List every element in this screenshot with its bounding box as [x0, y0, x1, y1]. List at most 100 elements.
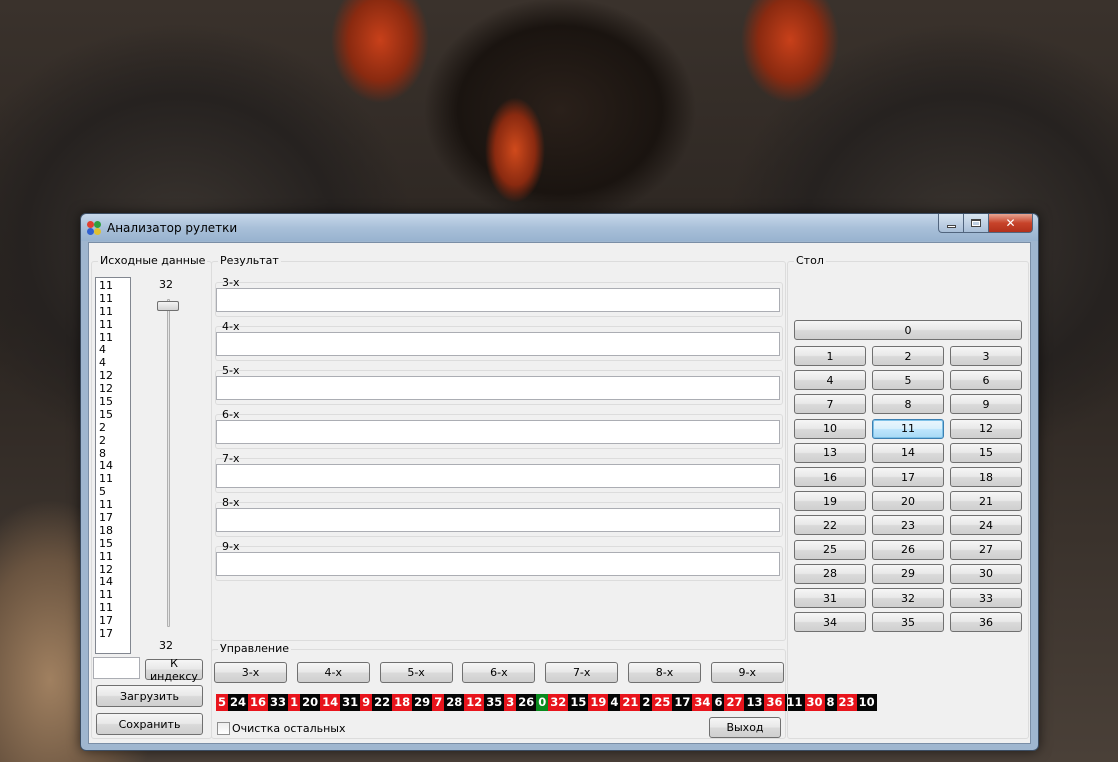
- clear-others-checkbox[interactable]: [217, 722, 230, 735]
- strip-number: 27: [724, 694, 745, 711]
- strip-number: 12: [464, 694, 485, 711]
- table-number-32[interactable]: 32: [872, 588, 944, 608]
- table-number-30[interactable]: 30: [950, 563, 1022, 584]
- table-number-22[interactable]: 22: [794, 515, 866, 536]
- result-field[interactable]: [216, 508, 780, 532]
- slider-bottom-value: 32: [159, 639, 173, 652]
- strip-number: 15: [568, 694, 589, 711]
- table-number-7[interactable]: 7: [794, 394, 866, 415]
- control-button[interactable]: 4-х: [296, 662, 370, 683]
- table-number-8[interactable]: 8: [872, 394, 944, 415]
- table-number-28[interactable]: 28: [794, 563, 866, 584]
- table-number-34[interactable]: 34: [794, 612, 866, 633]
- strip-number: 5: [216, 694, 229, 711]
- table-number-2[interactable]: 2: [872, 346, 944, 366]
- result-field[interactable]: [216, 552, 780, 576]
- table-number-16[interactable]: 16: [794, 467, 866, 487]
- list-item[interactable]: 11: [99, 550, 130, 564]
- table-number-33[interactable]: 33: [950, 588, 1022, 608]
- save-button[interactable]: Сохранить: [96, 713, 203, 735]
- strip-number: 26: [516, 694, 537, 711]
- table-number-23[interactable]: 23: [872, 515, 944, 536]
- table-number-13[interactable]: 13: [794, 442, 866, 463]
- strip-number: 6: [712, 694, 725, 711]
- source-listbox[interactable]: 11 11 11 11 11 4 4 12 12 15 15 2 2 8 14 11 5 11 17 18 15 11 12…: [95, 277, 131, 654]
- table-number-14[interactable]: 14: [872, 442, 944, 463]
- strip-number: 13: [744, 694, 765, 711]
- result-field[interactable]: [216, 332, 780, 356]
- table-number-3[interactable]: 3: [950, 346, 1022, 366]
- table-number-6[interactable]: 6: [950, 370, 1022, 391]
- list-item[interactable]: 18: [99, 524, 130, 538]
- table-number-12[interactable]: 12: [950, 418, 1022, 439]
- strip-number: 33: [268, 694, 289, 711]
- control-button[interactable]: 6-х: [462, 662, 536, 683]
- table-number-18[interactable]: 18: [950, 467, 1022, 487]
- to-index-button[interactable]: К индексу: [145, 657, 203, 683]
- list-item[interactable]: 17: [99, 627, 130, 641]
- table-number-25[interactable]: 25: [794, 539, 866, 560]
- table-number-35[interactable]: 35: [872, 612, 944, 633]
- table-number-15[interactable]: 15: [950, 442, 1022, 463]
- table-number-26[interactable]: 26: [872, 539, 944, 560]
- result-field[interactable]: [216, 376, 780, 400]
- table-number-29[interactable]: 29: [872, 563, 944, 584]
- strip-number: 0: [536, 694, 549, 711]
- load-button[interactable]: Загрузить: [96, 685, 203, 707]
- table-number-21[interactable]: 21: [950, 491, 1022, 512]
- minimize-button[interactable]: [938, 214, 964, 233]
- table-number-36[interactable]: 36: [950, 612, 1022, 633]
- strip-number: 25: [652, 694, 673, 711]
- exit-button[interactable]: Выход: [709, 717, 781, 738]
- control-button[interactable]: 7-х: [545, 662, 619, 683]
- list-item[interactable]: 2: [99, 421, 130, 435]
- list-item[interactable]: 15: [99, 408, 130, 422]
- control-button[interactable]: 9-х: [710, 662, 784, 683]
- slider-thumb[interactable]: [157, 301, 179, 311]
- control-button[interactable]: 3-х: [214, 662, 287, 683]
- client-area: Исходные данные 11 11 11 11 11 4 4 12 12 15 15 2 2 8 1…: [88, 242, 1031, 744]
- table-number-1[interactable]: 1: [794, 346, 866, 366]
- list-item[interactable]: 11: [99, 292, 130, 306]
- main-window: Анализатор рулетки ✕ Исходные данные 11 1…: [80, 213, 1039, 751]
- strip-number: 28: [444, 694, 465, 711]
- title-bar[interactable]: Анализатор рулетки ✕: [81, 214, 1038, 241]
- list-item[interactable]: 15: [99, 395, 130, 409]
- table-number-9[interactable]: 9: [950, 394, 1022, 415]
- table-number-19[interactable]: 19: [794, 491, 866, 512]
- maximize-button[interactable]: [964, 214, 989, 233]
- result-field[interactable]: [216, 288, 780, 312]
- table-number-5[interactable]: 5: [872, 370, 944, 391]
- list-item[interactable]: 11: [99, 305, 130, 319]
- table-number-10[interactable]: 10: [794, 418, 866, 439]
- table-number-24[interactable]: 24: [950, 515, 1022, 536]
- table-number-20[interactable]: 20: [872, 491, 944, 512]
- list-item[interactable]: 15: [99, 537, 130, 551]
- strip-number: 24: [228, 694, 249, 711]
- strip-number: 20: [300, 694, 321, 711]
- list-item[interactable]: 11: [99, 279, 130, 293]
- table-number-11[interactable]: 11: [872, 418, 944, 439]
- slider-track[interactable]: [167, 299, 170, 627]
- list-item[interactable]: 11: [99, 318, 130, 332]
- result-field[interactable]: [216, 420, 780, 444]
- table-number-17[interactable]: 17: [872, 467, 944, 487]
- control-button[interactable]: 8-х: [628, 662, 701, 683]
- table-number-4[interactable]: 4: [794, 370, 866, 391]
- strip-number: 3: [504, 694, 517, 711]
- result-field[interactable]: [216, 464, 780, 488]
- source-data-legend: Исходные данные: [98, 254, 208, 267]
- control-button[interactable]: 5-х: [379, 662, 453, 683]
- close-button[interactable]: ✕: [989, 214, 1033, 233]
- table-number-31[interactable]: 31: [794, 588, 866, 608]
- list-item[interactable]: 2: [99, 434, 130, 448]
- list-item[interactable]: 17: [99, 511, 130, 525]
- strip-number: 31: [340, 694, 361, 711]
- strip-number: 18: [392, 694, 413, 711]
- maximize-icon: [971, 219, 981, 227]
- slider-top-value: 32: [159, 278, 173, 291]
- table-number-0[interactable]: 0: [794, 320, 1022, 340]
- index-input[interactable]: [93, 657, 140, 679]
- strip-number: 34: [692, 694, 713, 711]
- table-number-27[interactable]: 27: [950, 539, 1022, 560]
